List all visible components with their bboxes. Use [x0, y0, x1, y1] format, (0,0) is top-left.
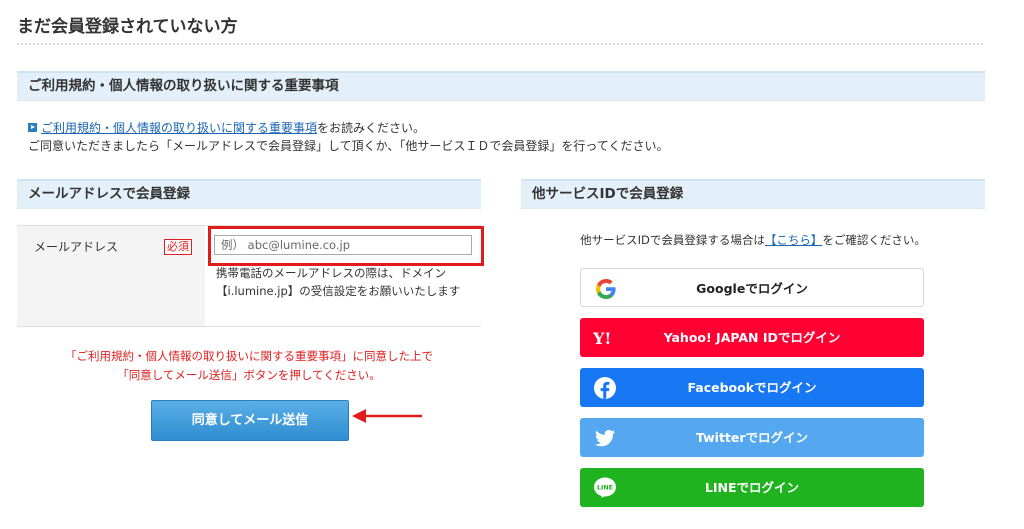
- google-login-label: Googleでログイン: [696, 281, 808, 296]
- arrow-bullet-icon: [28, 123, 37, 132]
- facebook-login-label: Facebookでログイン: [687, 380, 817, 395]
- yahoo-login-label: Yahoo! JAPAN IDでログイン: [663, 330, 841, 345]
- pointer-arrow-icon: [352, 409, 422, 423]
- here-link[interactable]: 【こちら】: [765, 233, 823, 247]
- line-login-button[interactable]: LINE LINEでログイン: [580, 468, 924, 507]
- line-login-label: LINEでログイン: [704, 480, 800, 495]
- other-desc-prefix: 他サービスIDで会員登録する場合は: [580, 233, 765, 247]
- yahoo-login-button[interactable]: Y! Yahoo! JAPAN IDでログイン: [580, 318, 924, 357]
- notice-line-1: ご利用規約・個人情報の取り扱いに関する重要事項をお読みください。: [28, 119, 425, 136]
- agree-send-mail-button[interactable]: 同意してメール送信: [151, 400, 349, 441]
- notice-line-1-suffix: をお読みください。: [317, 121, 426, 135]
- required-badge: 必須: [164, 239, 192, 255]
- notice-line-2: ご同意いただきましたら「メールアドレスで会員登録」して頂くか、「他サービスＩＤで…: [28, 139, 669, 153]
- other-service-desc: 他サービスIDで会員登録する場合は【こちら】をご確認ください。: [521, 232, 985, 248]
- terms-link[interactable]: ご利用規約・個人情報の取り扱いに関する重要事項: [41, 121, 317, 135]
- page-title: まだ会員登録されていない方: [17, 17, 238, 37]
- title-divider: [17, 43, 983, 45]
- mail-section-heading: メールアドレスで会員登録: [17, 179, 481, 209]
- other-desc-suffix: をご確認ください。: [822, 233, 926, 247]
- email-input-note: 携帯電話のメールアドレスの際は、ドメイン【i.lumine.jp】の受信設定をお…: [216, 266, 461, 298]
- email-input[interactable]: [214, 235, 472, 255]
- twitter-login-button[interactable]: Twitterでログイン: [580, 418, 924, 457]
- agree-line-2: 「同意してメール送信」ボタンを押してください。: [117, 368, 381, 382]
- google-login-button[interactable]: Googleでログイン: [580, 268, 924, 307]
- twitter-login-label: Twitterでログイン: [695, 430, 809, 445]
- other-service-section-heading: 他サービスIDで会員登録: [521, 179, 985, 209]
- notice-section-heading: ご利用規約・個人情報の取り扱いに関する重要事項: [17, 71, 985, 101]
- email-field-label: メールアドレス: [34, 240, 119, 254]
- agree-line-1: 「ご利用規約・個人情報の取り扱いに関する重要事項」に同意した上で: [65, 349, 433, 363]
- facebook-login-button[interactable]: Facebookでログイン: [580, 368, 924, 407]
- email-label-cell: メールアドレス 必須: [17, 226, 205, 326]
- agree-instructions: 「ご利用規約・個人情報の取り扱いに関する重要事項」に同意した上で 「同意してメー…: [17, 347, 481, 385]
